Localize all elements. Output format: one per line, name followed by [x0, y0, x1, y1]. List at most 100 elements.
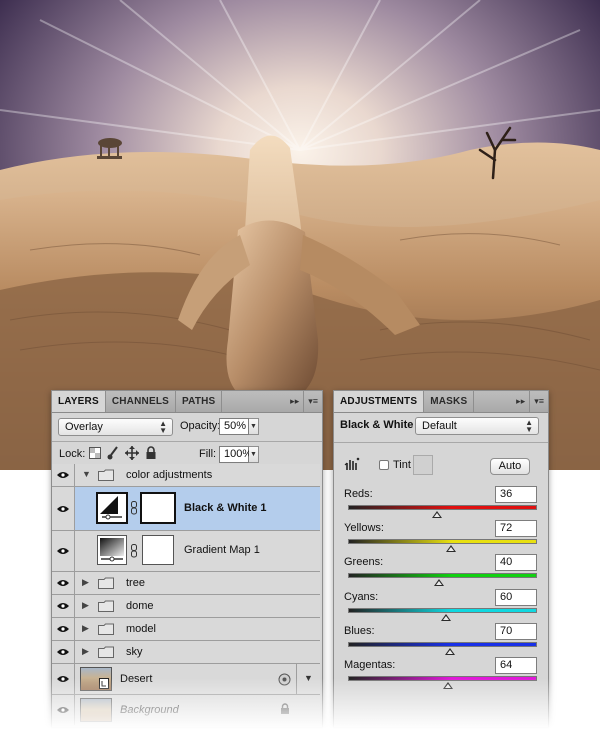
yellows-label: Yellows: — [344, 522, 384, 535]
layer-visibility-toggle[interactable] — [52, 464, 75, 486]
opacity-label: Opacity: — [180, 420, 221, 432]
panel-menu-icon[interactable]: ▾≡ — [529, 391, 548, 412]
layer-options-toggle[interactable]: ▼ — [296, 664, 321, 694]
group-collapsed-triangle-icon[interactable]: ▶ — [82, 600, 89, 611]
select-arrows-icon: ▲ ▼ — [159, 419, 167, 435]
group-expanded-triangle-icon[interactable]: ▼ — [82, 469, 91, 479]
layer-name: Desert — [120, 673, 153, 685]
magentas-slider-track[interactable] — [348, 676, 537, 681]
smart-filter-icon[interactable] — [278, 673, 291, 686]
layer-row-desert[interactable]: Desert ▼ — [52, 664, 320, 695]
cyans-slider-track[interactable] — [348, 607, 537, 613]
panel-controls: ▸▸ ▾≡ — [286, 391, 322, 412]
layer-row-model[interactable]: ▶ model — [52, 618, 320, 641]
layer-visibility-toggle[interactable] — [52, 664, 75, 694]
tab-masks[interactable]: MASKS — [424, 391, 475, 412]
lock-move-icon[interactable] — [125, 446, 139, 460]
blend-mode-value: Overlay — [65, 421, 103, 433]
background-layer-thumbnail[interactable] — [80, 698, 112, 722]
tab-paths[interactable]: PATHS — [176, 391, 223, 412]
greens-label: Greens: — [344, 556, 384, 569]
eye-icon — [57, 626, 69, 632]
eye-icon — [57, 548, 69, 554]
layer-row-sky[interactable]: ▶ sky — [52, 641, 320, 664]
layer-row-color-adjustments[interactable]: ▼ color adjustments — [52, 464, 320, 487]
tab-layers[interactable]: LAYERS — [52, 391, 106, 412]
folder-icon — [98, 623, 114, 635]
auto-button[interactable]: Auto — [490, 458, 530, 475]
fill-input[interactable]: 100% — [219, 446, 252, 463]
reds-value-input[interactable]: 36 — [495, 486, 537, 503]
adjustments-panel-tabs: ADJUSTMENTS MASKS ▸▸ ▾≡ — [334, 391, 548, 413]
panel-menu-icon[interactable]: ▾≡ — [303, 391, 322, 412]
magentas-value-input[interactable]: 64 — [495, 657, 537, 674]
layer-visibility-toggle[interactable] — [52, 595, 75, 617]
folder-icon — [98, 577, 114, 589]
tab-channels[interactable]: CHANNELS — [106, 391, 177, 412]
greens-value-input[interactable]: 40 — [495, 554, 537, 572]
layer-visibility-toggle[interactable] — [52, 641, 75, 663]
layer-mask-thumbnail[interactable] — [140, 492, 176, 524]
layer-row-black-white-1[interactable]: Black & White 1 — [52, 487, 320, 531]
cyans-value-input[interactable]: 60 — [495, 588, 537, 606]
preset-select[interactable]: Default ▲ ▼ — [415, 417, 539, 435]
reds-slider-thumb[interactable] — [432, 511, 443, 518]
blend-mode-select[interactable]: Overlay ▲ ▼ — [58, 418, 173, 436]
reds-slider-track[interactable] — [348, 505, 537, 510]
collapse-panel-icon[interactable]: ▸▸ — [286, 391, 303, 412]
eye-icon — [57, 676, 69, 682]
folder-icon — [98, 646, 114, 658]
magentas-label: Magentas: — [344, 659, 396, 671]
layer-visibility-toggle[interactable] — [52, 695, 75, 725]
lock-transparent-icon[interactable] — [89, 447, 101, 459]
black-white-icon — [100, 496, 122, 520]
mask-link-icon[interactable] — [131, 501, 137, 515]
layer-row-tree[interactable]: ▶ tree — [52, 572, 320, 595]
layer-row-gradient-map-1[interactable]: Gradient Map 1 — [52, 531, 320, 572]
blues-value-input[interactable]: 70 — [495, 622, 537, 640]
yellows-slider-thumb[interactable] — [445, 545, 456, 553]
tint-checkbox[interactable] — [379, 460, 389, 470]
eye-icon — [57, 649, 69, 655]
panel-controls: ▸▸ ▾≡ — [512, 391, 548, 412]
black-white-adjustment-thumbnail[interactable] — [96, 492, 128, 524]
eye-icon — [57, 505, 69, 512]
group-collapsed-triangle-icon[interactable]: ▶ — [82, 623, 89, 634]
magentas-slider-thumb[interactable] — [442, 682, 453, 689]
mask-link-icon[interactable] — [131, 544, 137, 558]
targeted-adjustment-hand-icon[interactable] — [344, 457, 360, 471]
lock-all-icon[interactable] — [145, 446, 157, 460]
tab-adjustments[interactable]: ADJUSTMENTS — [334, 391, 425, 412]
layer-visibility-toggle[interactable] — [52, 487, 75, 530]
desert-layer-thumbnail[interactable] — [80, 667, 112, 691]
collapse-panel-icon[interactable]: ▸▸ — [512, 391, 529, 412]
yellows-slider-track[interactable] — [348, 539, 537, 545]
gradient-map-thumbnail[interactable] — [97, 535, 127, 565]
blues-slider-track[interactable] — [348, 641, 537, 647]
yellows-value-input[interactable]: 72 — [495, 520, 537, 538]
eye-icon — [57, 603, 69, 609]
greens-slider-track[interactable] — [348, 573, 537, 579]
lock-brush-icon[interactable] — [107, 446, 119, 460]
tint-color-swatch[interactable] — [413, 455, 433, 475]
eye-icon — [57, 707, 69, 713]
cyans-slider-thumb[interactable] — [441, 613, 452, 621]
layer-row-background[interactable]: Background — [52, 695, 320, 725]
layer-mask-thumbnail[interactable] — [142, 535, 174, 565]
layer-visibility-toggle[interactable] — [52, 572, 75, 594]
layer-name: sky — [126, 646, 143, 658]
opacity-dropdown-icon[interactable]: ▼ — [249, 418, 259, 435]
layer-row-dome[interactable]: ▶ dome — [52, 595, 320, 618]
folder-icon — [98, 469, 114, 481]
blues-slider-thumb[interactable] — [445, 647, 456, 655]
layer-visibility-toggle[interactable] — [52, 531, 75, 571]
tint-label: Tint — [393, 459, 411, 471]
layer-visibility-toggle[interactable] — [52, 618, 75, 640]
layer-name: model — [126, 623, 156, 635]
greens-slider-thumb[interactable] — [433, 579, 444, 587]
fill-dropdown-icon[interactable]: ▼ — [249, 446, 259, 463]
folder-icon — [98, 600, 114, 612]
opacity-input[interactable]: 50% — [219, 418, 249, 435]
group-collapsed-triangle-icon[interactable]: ▶ — [82, 646, 89, 657]
group-collapsed-triangle-icon[interactable]: ▶ — [82, 577, 89, 588]
